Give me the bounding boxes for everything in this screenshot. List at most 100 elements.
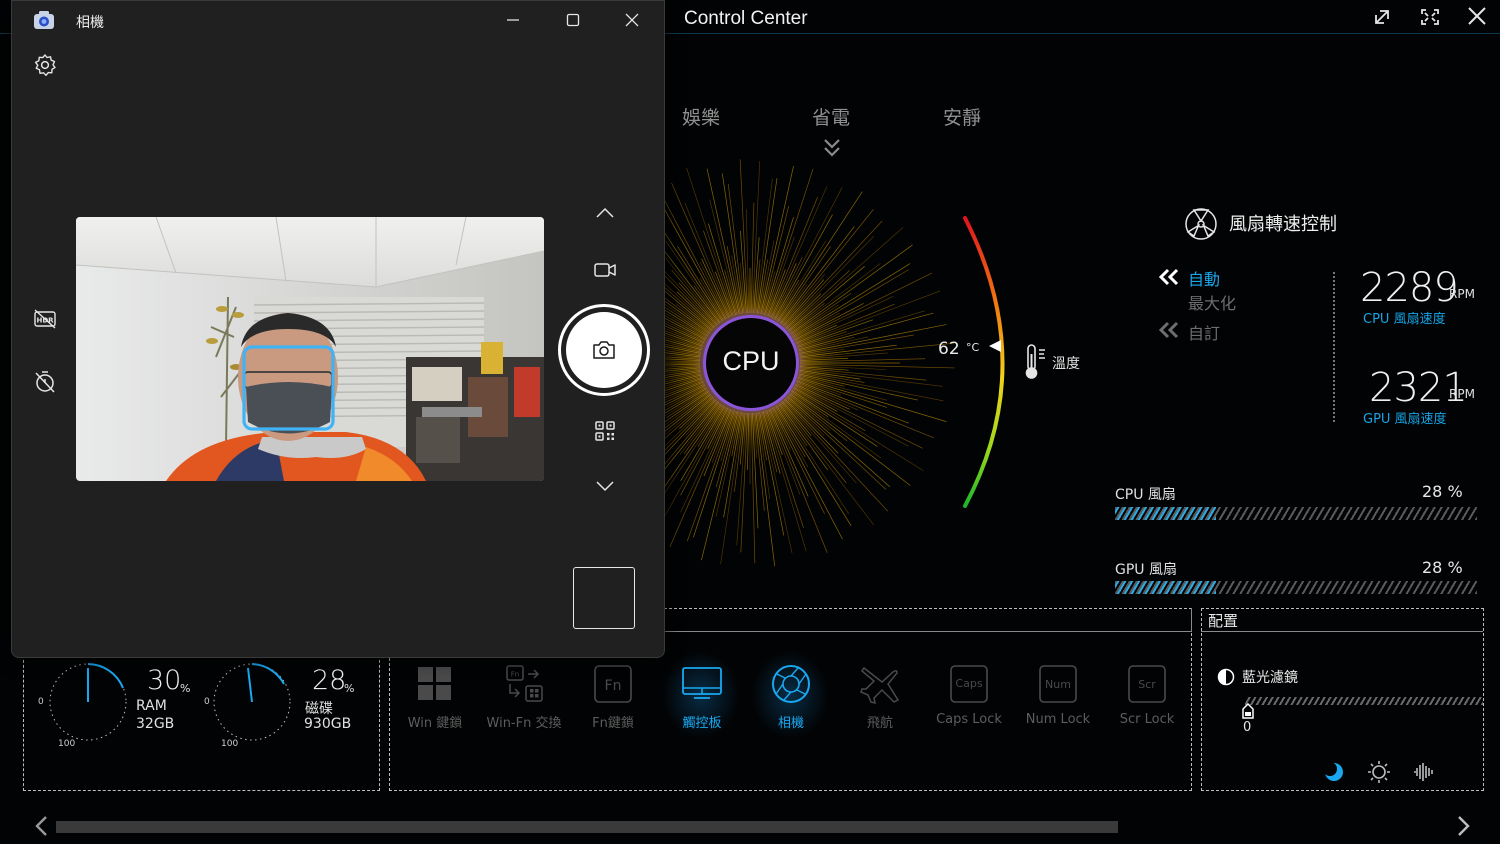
fn-swap-icon: Fn	[506, 665, 543, 702]
sunburst-ray	[676, 291, 715, 329]
hotkey-camera[interactable]: 相機	[749, 664, 833, 731]
disk-gauge-max: 100	[221, 739, 239, 749]
close-window-icon[interactable]	[617, 7, 647, 33]
sunburst-ray	[699, 261, 729, 319]
disk-percent-unit: %	[344, 682, 355, 695]
last-photo-thumbnail[interactable]	[573, 567, 635, 629]
sunburst-ray	[709, 199, 739, 315]
mode-quiet[interactable]: 安靜	[943, 103, 981, 130]
hotkey-label: Scr Lock	[1119, 712, 1175, 727]
hdr-off-icon[interactable]: HDR	[33, 307, 57, 331]
touchpad-icon	[682, 667, 722, 699]
sunburst-ray	[776, 405, 852, 526]
cpu-fan-bar[interactable]	[1115, 507, 1477, 520]
double-chevron-left-icon	[1158, 268, 1179, 286]
double-chevron-left-icon	[1158, 321, 1179, 339]
scroll-right-icon[interactable]	[1454, 815, 1472, 837]
caps-lock-icon: Caps	[950, 665, 988, 703]
chevron-down-icon[interactable]	[593, 474, 617, 498]
hotkey-label: Num Lock	[1025, 712, 1091, 727]
video-mode-icon[interactable]	[593, 258, 617, 282]
ram-gauge	[49, 663, 127, 741]
waveform-icon[interactable]	[1412, 760, 1436, 784]
disk-percent: 28	[312, 665, 347, 696]
chevron-up-icon[interactable]	[593, 201, 617, 225]
minimize-icon[interactable]	[498, 7, 528, 33]
hotkey-label: Win-Fn 交換	[486, 716, 562, 731]
gpu-fan-label: GPU 風扇	[1115, 562, 1177, 578]
camera-icon	[593, 341, 615, 359]
hotkey-label: Win 鍵鎖	[407, 716, 463, 731]
fan-option-custom[interactable]: 自訂	[1188, 320, 1220, 344]
horizontal-scrollbar[interactable]	[56, 821, 1118, 833]
temperature-label: 溫度	[1052, 356, 1080, 372]
qr-code-icon[interactable]	[593, 419, 617, 443]
sunburst-ray	[792, 388, 866, 432]
sunburst-ray	[794, 385, 909, 447]
camera-app-icon	[34, 11, 54, 29]
sunburst-ray	[740, 412, 748, 553]
disk-gauge-min: 0	[204, 697, 210, 707]
slider-thumb-icon[interactable]	[1241, 703, 1255, 719]
brightness-icon[interactable]	[1367, 760, 1391, 784]
hotkey-scroll-lock[interactable]: Scr Scr Lock	[1105, 664, 1189, 727]
camera-window: 相機 HDR	[11, 0, 665, 658]
sunburst-ray	[683, 403, 721, 454]
gear-icon[interactable]	[33, 53, 57, 77]
hotkey-caps-lock[interactable]: Caps Caps Lock	[927, 664, 1011, 727]
fan-option-max[interactable]: 最大化	[1188, 290, 1236, 314]
cpu-fan-label: CPU 風扇	[1115, 487, 1176, 503]
night-mode-icon[interactable]	[1322, 760, 1346, 784]
sunburst-ray	[680, 405, 725, 481]
cpu-fan-bar-fill	[1115, 507, 1217, 520]
ram-percent: 30	[147, 665, 182, 696]
camera-preview	[76, 217, 544, 481]
hotkey-num-lock[interactable]: Num Num Lock	[1016, 664, 1100, 727]
ram-percent-unit: %	[180, 682, 191, 695]
maximize-icon[interactable]	[558, 7, 588, 33]
config-header-line	[1201, 631, 1483, 632]
blue-light-icon	[1217, 668, 1235, 686]
mode-entertainment[interactable]: 娛樂	[682, 103, 720, 130]
hotkey-airplane[interactable]: 飛航	[838, 664, 922, 731]
fullscreen-icon[interactable]	[1417, 5, 1443, 29]
ram-gauge-max: 100	[58, 739, 76, 749]
blue-light-label: 藍光濾鏡	[1242, 670, 1298, 686]
hotkey-label: Caps Lock	[936, 712, 1002, 727]
sunburst-ray	[785, 293, 822, 329]
sunburst-ray	[759, 240, 775, 314]
hotkey-label: 相機	[777, 716, 804, 731]
config-title: 配置	[1208, 612, 1239, 630]
temperature-value: 62	[938, 339, 960, 359]
sunburst-ray	[761, 205, 790, 315]
mode-power-saving[interactable]: 省電	[812, 103, 850, 130]
cpu-fan-rpm: 2289	[1360, 265, 1459, 311]
scroll-lock-glyph: Scr	[1138, 678, 1156, 691]
sunburst-ray	[747, 412, 750, 470]
timer-off-icon[interactable]	[33, 370, 57, 394]
sunburst-ray	[711, 409, 733, 463]
blue-light-slider[interactable]	[1245, 697, 1483, 705]
app-title: Control Center	[684, 8, 808, 29]
fan-option-auto[interactable]: 自動	[1188, 266, 1220, 290]
restore-icon[interactable]	[1370, 5, 1396, 29]
sunburst-ray	[792, 263, 911, 337]
sunburst-ray	[780, 402, 875, 526]
gpu-fan-bar[interactable]	[1115, 581, 1477, 594]
temperature-pointer-icon	[989, 340, 1001, 352]
sunburst-ray	[768, 409, 828, 553]
shutter-inner	[566, 312, 642, 388]
cpu-label: CPU	[722, 346, 780, 376]
hotkey-win-lock[interactable]: Win 鍵鎖	[393, 664, 477, 731]
sunburst-ray	[772, 407, 843, 540]
close-icon[interactable]	[1464, 5, 1490, 29]
hotkey-touchpad[interactable]: 觸控板	[660, 664, 744, 731]
sunburst-ray	[777, 404, 850, 515]
hotkey-win-fn-swap[interactable]: Fn Win-Fn 交換	[482, 664, 566, 731]
hotkey-fn-lock[interactable]: Fn Fn鍵鎖	[571, 664, 655, 731]
gpu-rpm-unit: RPM	[1449, 387, 1475, 401]
cpu-fan-speed-label: CPU 風扇速度	[1363, 312, 1446, 327]
scroll-left-icon[interactable]	[33, 815, 51, 837]
take-photo-button[interactable]	[558, 304, 650, 396]
fan-control-title: 風扇轉速控制	[1229, 214, 1337, 235]
